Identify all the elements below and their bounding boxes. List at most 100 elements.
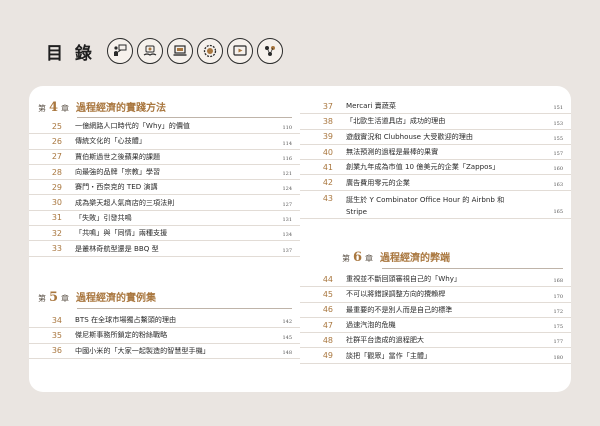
entry-page: 155 (553, 135, 563, 142)
play-video-icon (226, 38, 253, 64)
entry-title: BTS 在全球市場獨占鰲頭的理由 (75, 315, 177, 325)
entry-title: 傳統文化的「心技體」 (75, 136, 146, 146)
entry-number: 47 (322, 320, 333, 330)
entry-page: 153 (553, 120, 563, 127)
entry-page: 160 (553, 166, 563, 173)
chapter-number: 5 (49, 290, 59, 305)
entry-page: 142 (282, 319, 292, 326)
entry-page: 151 (553, 105, 563, 112)
chapter-title: 過程經濟的實踐方法 (76, 103, 167, 114)
entry-page: 114 (282, 140, 292, 147)
entry-number: 36 (51, 346, 62, 356)
toc-title: 目 錄 (46, 43, 95, 64)
entry-number: 44 (322, 274, 333, 284)
toc-entry[interactable]: 26 傳統文化的「心技體」 114 (29, 134, 300, 150)
people-network-icon (256, 38, 283, 64)
toc-entry[interactable]: 37 Mercari 賣蔬菜 151 (300, 99, 571, 115)
entry-title: 中國小米的「大家一起製造的智慧型手機」 (75, 345, 210, 355)
entry-page: 110 (282, 125, 292, 132)
chapter-number: 6 (353, 250, 363, 265)
entry-page: 163 (553, 181, 563, 188)
chapter-5-entries: 34 BTS 在全球市場獨占鰲頭的理由 142 35 傑尼斯事務所鎖定的粉絲戰略 145… (29, 313, 300, 359)
toc-entry[interactable]: 46 最重要的不是別人而是自己的標準 172 (300, 303, 571, 318)
entry-page: 121 (282, 171, 292, 178)
entry-page: 177 (553, 339, 563, 346)
toc-entry[interactable]: 39 遊戲實況和 Clubhouse 大受歡迎的理由 155 (300, 130, 571, 145)
chapter-4-entries: 25 一億網路人口時代的「Why」的價值 110 26 傳統文化的「心技體」 114 2… (29, 119, 300, 257)
toc-entry[interactable]: 25 一億網路人口時代的「Why」的價值 110 (29, 119, 300, 135)
toc-entry[interactable]: 27 賈伯斯過世之後蘋果的課題 116 (29, 150, 300, 165)
entry-title: 重視並不斷回頭審視自己的「Why」 (346, 274, 462, 284)
icon-row (106, 38, 283, 64)
toc-entry[interactable]: 34 BTS 在全球市場獨占鰲頭的理由 142 (29, 313, 300, 329)
entry-title: 賈伯斯過世之後蘋果的課題 (75, 151, 161, 161)
chapter-4-heading: 第 4 章 過程經濟的實踐方法 (38, 99, 292, 115)
entry-title: 遊戲實況和 Clubhouse 大受歡迎的理由 (346, 131, 473, 141)
entry-title: 「共鳴」與「同情」兩種支援 (75, 228, 168, 238)
entry-number: 38 (322, 116, 333, 126)
entry-page: 168 (553, 278, 563, 285)
toc-entry[interactable]: 33 是叢林奇航型還是 BBQ 型 137 (29, 241, 300, 257)
entry-number: 27 (51, 152, 62, 162)
entry-number: 35 (51, 330, 62, 340)
entry-page: 124 (282, 186, 292, 193)
chapter-prefix: 第 (38, 104, 46, 113)
chapter-suffix: 章 (365, 254, 374, 263)
entry-title: 向最強的品牌「宗教」學習 (75, 167, 161, 177)
entry-page: 145 (282, 334, 292, 341)
toc-entry[interactable]: 35 傑尼斯事務所鎖定的粉絲戰略 145 (29, 328, 300, 344)
chapter-5-continued-entries: 37 Mercari 賣蔬菜 151 38 「北歐生活道具店」成功的理由 153 39 遊… (300, 99, 571, 219)
chapter-5-heading: 第 5 章 過程經濟的實例集 (38, 289, 292, 305)
entry-title: 廣告費用零元的企業 (346, 177, 410, 187)
entry-title: 最重要的不是別人而是自己的標準 (346, 304, 453, 314)
toc-entry[interactable]: 36 中國小米的「大家一起製造的智慧型手機」 148 (29, 344, 300, 359)
entry-title: 談把「觀眾」當作「主體」 (346, 350, 432, 360)
entry-title: 是叢林奇航型還是 BBQ 型 (75, 243, 159, 253)
entry-number: 45 (322, 289, 333, 299)
laptop-icon (166, 38, 193, 64)
entry-number: 37 (322, 101, 333, 111)
coin-gear-icon (196, 38, 223, 64)
entry-title: 不可以將錯誤調整方向的攪賴桿 (346, 289, 446, 299)
entry-number: 48 (322, 335, 333, 345)
money-hands-icon (136, 38, 163, 64)
toc-entry[interactable]: 31 「失敗」引發共鳴 131 (29, 211, 300, 227)
right-page: 37 Mercari 賣蔬菜 151 38 「北歐生活道具店」成功的理由 153 39 遊… (300, 86, 571, 392)
entry-number: 46 (322, 305, 333, 315)
toc-entry[interactable]: 43 誕生於 Y Combinator Office Hour 的 Airbnb … (300, 191, 571, 219)
entry-title: Mercari 賣蔬菜 (346, 101, 396, 111)
chapter-number: 4 (49, 100, 59, 115)
entry-page: 148 (282, 349, 292, 356)
left-page: 第 4 章 過程經濟的實踐方法 25 一億網路人口時代的「Why」的價值 110 2… (29, 86, 300, 392)
toc-entry[interactable]: 48 社群平台造成的過程肥大 177 (300, 333, 571, 349)
toc-entry[interactable]: 45 不可以將錯誤調整方向的攪賴桿 170 (300, 287, 571, 303)
toc-entry[interactable]: 28 向最強的品牌「宗教」學習 121 (29, 165, 300, 181)
entry-page: 175 (553, 324, 563, 331)
toc-entry[interactable]: 49 談把「觀眾」當作「主體」 180 (300, 348, 571, 364)
entry-page: 172 (553, 308, 563, 315)
chapter-rule (77, 308, 292, 309)
entry-number: 28 (51, 167, 62, 177)
toc-entry[interactable]: 32 「共鳴」與「同情」兩種支援 134 (29, 226, 300, 242)
entry-number: 39 (322, 132, 333, 142)
toc-entry[interactable]: 30 成為樂天超人氣商店的三項法則 127 (29, 195, 300, 211)
toc-entry[interactable]: 38 「北歐生活道具店」成功的理由 153 (300, 114, 571, 130)
toc-entry[interactable]: 47 過速汽泡的危機 175 (300, 318, 571, 334)
entry-page: 180 (553, 354, 563, 361)
toc-entry[interactable]: 40 無法預測的過程是最棒的果實 157 (300, 145, 571, 161)
entry-number: 26 (51, 136, 62, 146)
toc-entry[interactable]: 42 廣告費用零元的企業 163 (300, 175, 571, 191)
toc-header: 目 錄 (46, 38, 283, 64)
toc-entry[interactable]: 29 賽門・西奈克的 TED 演講 124 (29, 180, 300, 196)
toc-entry[interactable]: 44 重視並不斷回頭審視自己的「Why」 168 (300, 272, 571, 288)
entry-number: 42 (322, 178, 333, 188)
entry-page: 137 (282, 247, 292, 254)
toc-entry[interactable]: 41 創業九年成為市值 10 億美元的企業「Zappos」 160 (300, 160, 571, 176)
entry-number: 43 (322, 193, 333, 203)
entry-title: 「失敗」引發共鳴 (75, 212, 132, 222)
entry-title: 一億網路人口時代的「Why」的價值 (75, 121, 191, 131)
entry-title: 誕生於 Y Combinator Office Hour 的 Airbnb 和 … (346, 194, 505, 216)
entry-number: 49 (322, 351, 333, 361)
entry-number: 31 (51, 213, 62, 223)
entry-number: 32 (51, 228, 62, 238)
